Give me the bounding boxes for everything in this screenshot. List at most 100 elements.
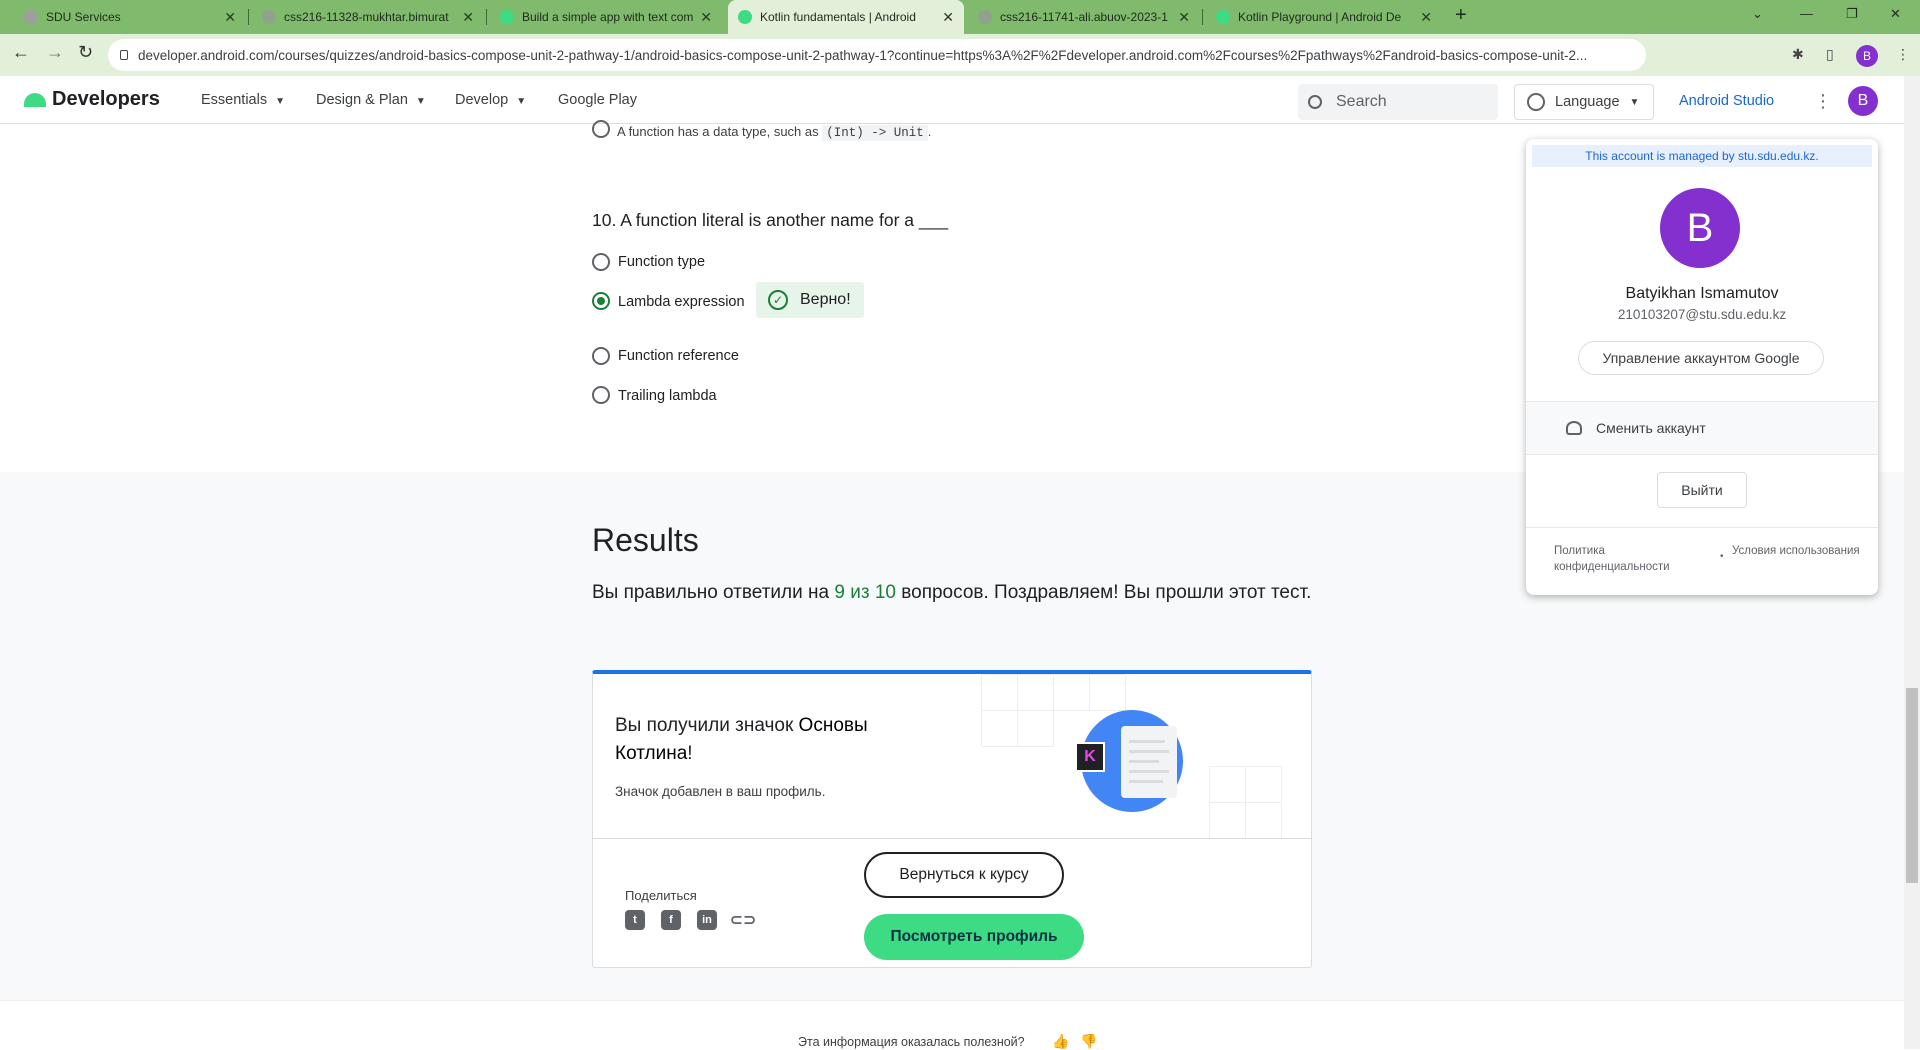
previous-option-end: . — [927, 124, 932, 139]
kotlin-badge-image: K — [1075, 710, 1183, 812]
switch-account-icon — [1566, 421, 1582, 435]
browser-tab[interactable]: css216-11328-mukhtar.bimurat ✕ — [252, 0, 484, 34]
previous-option-text: A function has a data type, such as — [617, 124, 819, 139]
side-panel-icon[interactable]: ▯ — [1826, 46, 1834, 63]
nav-label: Develop — [455, 92, 509, 108]
thumb-down-icon[interactable]: 👎 — [1080, 1033, 1097, 1050]
option-label[interactable]: Function reference — [618, 348, 739, 364]
account-avatar-large: B — [1660, 188, 1740, 268]
account-name: Batyikhan Ismamutov — [1625, 285, 1779, 302]
developers-logo[interactable]: Developers — [24, 88, 160, 111]
badge-title-plain: Вы получили значок — [615, 715, 794, 736]
forward-icon[interactable]: → — [46, 42, 64, 63]
account-email: 210103207@stu.sdu.edu.kz — [1617, 307, 1787, 322]
browser-profile-avatar[interactable]: B — [1856, 45, 1878, 67]
tab-title: Kotlin Playground | Android De — [1238, 10, 1402, 24]
close-icon[interactable]: ✕ — [224, 9, 236, 26]
radio-function-type[interactable] — [592, 253, 610, 271]
link-icon[interactable]: ⊂⊃ — [730, 910, 757, 930]
kotlin-logo-icon: K — [1075, 742, 1105, 772]
radio-lambda-expression[interactable] — [592, 292, 610, 310]
nav-design-plan[interactable]: Design & Plan ▼ — [316, 92, 426, 108]
badge-card-subtitle: Значок добавлен в ваш профиль. — [615, 784, 826, 799]
tab-title: SDU Services — [46, 10, 121, 24]
tab-search-icon[interactable]: ⌄ — [1752, 6, 1763, 22]
scrollbar-thumb[interactable] — [1906, 688, 1918, 883]
option-label[interactable]: Trailing lambda — [618, 388, 717, 404]
globe-icon — [1527, 93, 1545, 111]
results-score: 9 из 10 — [834, 582, 896, 603]
badge-card-title: Вы получили значок Основы Котлина! — [615, 712, 915, 768]
back-icon[interactable]: ← — [12, 42, 30, 63]
chrome-menu-icon[interactable]: ⋮ — [1896, 46, 1910, 63]
android-logo-icon — [24, 92, 46, 107]
tab-favicon-icon — [500, 10, 514, 24]
nav-google-play[interactable]: Google Play — [558, 92, 637, 108]
view-profile-button[interactable]: Посмотреть профиль — [864, 914, 1084, 960]
extensions-icon[interactable]: ✱ — [1792, 46, 1804, 63]
minimize-icon[interactable]: — — [1800, 6, 1813, 21]
question-title: 10. A function literal is another name f… — [592, 210, 949, 230]
tab-favicon-icon — [1216, 10, 1230, 24]
radio-previous-option[interactable] — [592, 120, 610, 138]
linkedin-icon[interactable]: in — [697, 910, 717, 930]
browser-tabstrip: SDU Services ✕ css216-11328-mukhtar.bimu… — [0, 0, 1920, 34]
reload-icon[interactable]: ↻ — [78, 42, 93, 63]
option-label[interactable]: Lambda expression — [618, 294, 745, 310]
window-close-icon[interactable]: ✕ — [1890, 6, 1901, 22]
close-icon[interactable]: ✕ — [462, 9, 474, 26]
divider — [1526, 527, 1878, 528]
search-icon — [1308, 95, 1322, 109]
radio-trailing-lambda[interactable] — [592, 386, 610, 404]
option-label[interactable]: Function type — [618, 254, 705, 270]
nav-label: Design & Plan — [316, 92, 408, 108]
browser-tab[interactable]: Kotlin Playground | Android De ✕ — [1206, 0, 1442, 34]
twitter-icon[interactable]: t — [625, 910, 645, 930]
account-avatar[interactable]: B — [1848, 86, 1878, 116]
restore-icon[interactable]: ❐ — [1846, 6, 1858, 22]
switch-account-item[interactable]: Сменить аккаунт — [1526, 402, 1878, 454]
results-text-after: вопросов. Поздравляем! Вы прошли этот те… — [901, 582, 1312, 603]
browser-tab[interactable]: css216-11741-ali.abuov-2023-1 ✕ — [968, 0, 1200, 34]
browser-tab[interactable]: Build a simple app with text com ✕ — [490, 0, 722, 34]
correct-feedback: ✓ Верно! — [756, 282, 864, 318]
browser-tab[interactable]: SDU Services ✕ — [14, 0, 246, 34]
more-options-icon[interactable]: ⋮ — [1808, 86, 1838, 116]
browser-tab-active[interactable]: Kotlin fundamentals | Android ✕ — [728, 0, 964, 34]
results-summary: Вы правильно ответили на 9 из 10 вопросо… — [592, 577, 1312, 609]
helpful-question: Эта информация оказалась полезной? — [798, 1035, 1025, 1049]
tab-title: Kotlin fundamentals | Android — [760, 10, 916, 24]
thumb-up-icon[interactable]: 👍 — [1052, 1033, 1069, 1050]
caret-down-icon: ▼ — [275, 96, 285, 107]
search-placeholder: Search — [1336, 93, 1387, 110]
android-studio-link[interactable]: Android Studio — [1679, 93, 1774, 109]
lock-icon — [120, 50, 128, 60]
site-header: Developers Essentials ▼ Design & Plan ▼ De… — [0, 76, 1904, 124]
manage-account-button[interactable]: Управление аккаунтом Google — [1578, 341, 1824, 375]
close-icon[interactable]: ✕ — [942, 9, 954, 26]
back-to-course-button[interactable]: Вернуться к курсу — [864, 852, 1064, 898]
tab-separator — [248, 9, 249, 25]
logo-text: Developers — [52, 88, 160, 110]
radio-function-reference[interactable] — [592, 347, 610, 365]
nav-essentials[interactable]: Essentials ▼ — [201, 92, 285, 108]
language-select[interactable]: Language ▼ — [1514, 84, 1654, 120]
close-icon[interactable]: ✕ — [1420, 9, 1432, 26]
page-scrollbar[interactable] — [1904, 76, 1920, 1049]
results-text-before: Вы правильно ответили на — [592, 582, 830, 603]
search-input[interactable]: Search — [1298, 84, 1498, 120]
tab-favicon-icon — [24, 10, 38, 24]
sign-out-button[interactable]: Выйти — [1657, 472, 1747, 508]
close-icon[interactable]: ✕ — [700, 9, 712, 26]
tab-favicon-icon — [262, 10, 276, 24]
terms-link[interactable]: Условия использования — [1732, 543, 1862, 559]
document-illustration — [1121, 726, 1177, 798]
privacy-policy-link[interactable]: Политика конфиденциальности — [1554, 543, 1684, 575]
address-bar[interactable]: developer.android.com/courses/quizzes/an… — [108, 39, 1646, 71]
close-icon[interactable]: ✕ — [1178, 9, 1190, 26]
nav-develop[interactable]: Develop ▼ — [455, 92, 526, 108]
results-title: Results — [592, 522, 699, 558]
new-tab-button[interactable]: + — [1455, 4, 1467, 27]
separator-dot: • — [1720, 551, 1724, 562]
facebook-icon[interactable]: f — [661, 910, 681, 930]
